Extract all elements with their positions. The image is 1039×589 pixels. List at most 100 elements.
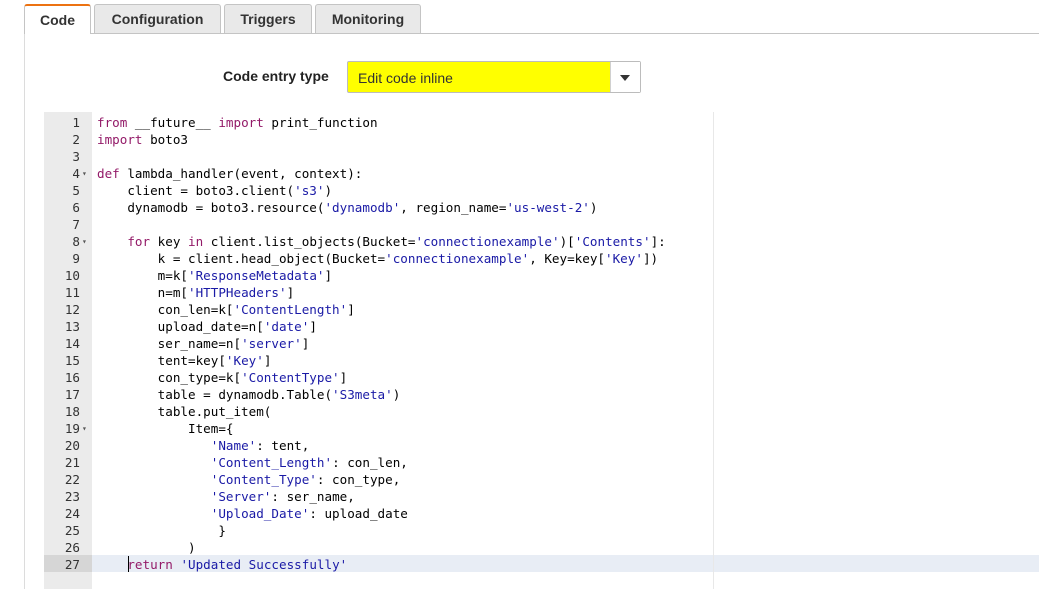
line-number: 26 [64, 540, 80, 555]
line-number: 18 [64, 404, 80, 419]
code-line[interactable]: 12 con_len=k['ContentLength'] [44, 301, 1039, 318]
line-number: 11 [64, 285, 80, 300]
select-arrow-button[interactable] [610, 62, 640, 92]
code-entry-type-label: Code entry type [223, 68, 329, 84]
line-number: 13 [64, 319, 80, 334]
code-line[interactable]: 11 n=m['HTTPHeaders'] [44, 284, 1039, 301]
tab-triggers-label: Triggers [240, 11, 296, 27]
code-line[interactable]: 5 client = boto3.client('s3') [44, 182, 1039, 199]
code-text: 'Server': ser_name, [210, 489, 355, 504]
tab-bar-divider [24, 33, 1039, 34]
code-entry-type-select[interactable]: Edit code inline [347, 61, 641, 93]
tab-code-label: Code [40, 12, 75, 28]
fold-arrow-icon[interactable]: ▾ [82, 233, 87, 250]
text-cursor [128, 556, 129, 572]
panel-border [24, 34, 25, 589]
code-line[interactable]: 6 dynamodb = boto3.resource('dynamodb', … [44, 199, 1039, 216]
code-text: k = client.head_object(Bucket='connectio… [97, 251, 659, 266]
line-number: 6 [72, 200, 80, 215]
code-line[interactable]: 20 'Name': tent, [44, 437, 1039, 454]
line-number: 5 [72, 183, 80, 198]
code-text: 'Content_Type': con_type, [210, 472, 401, 487]
line-number: 12 [64, 302, 80, 317]
code-text: table = dynamodb.Table('S3meta') [97, 387, 401, 402]
tab-configuration-label: Configuration [111, 11, 204, 27]
code-line[interactable]: 25 } [44, 522, 1039, 539]
line-number: 3 [72, 149, 80, 164]
code-text: m=k['ResponseMetadata'] [97, 268, 333, 283]
code-text: n=m['HTTPHeaders'] [97, 285, 295, 300]
code-text: 'Upload_Date': upload_date [210, 506, 408, 521]
code-line[interactable]: 14 ser_name=n['server'] [44, 335, 1039, 352]
line-number: 17 [64, 387, 80, 402]
line-number: 15 [64, 353, 80, 368]
line-number: 20 [64, 438, 80, 453]
code-line[interactable]: 27 return 'Updated Successfully' [44, 556, 1039, 573]
line-number: 22 [64, 472, 80, 487]
code-line[interactable]: 18 table.put_item( [44, 403, 1039, 420]
code-line[interactable]: 17 table = dynamodb.Table('S3meta') [44, 386, 1039, 403]
code-text: Item={ [97, 421, 234, 436]
code-line[interactable]: 21 'Content_Length': con_len, [44, 454, 1039, 471]
code-line[interactable]: 3 [44, 148, 1039, 165]
code-text: upload_date=n['date'] [97, 319, 317, 334]
code-line[interactable]: 13 upload_date=n['date'] [44, 318, 1039, 335]
line-number: 23 [64, 489, 80, 504]
line-number: 1 [72, 115, 80, 130]
line-number: 27 [64, 557, 80, 572]
line-number: 7 [72, 217, 80, 232]
code-line[interactable]: 10 m=k['ResponseMetadata'] [44, 267, 1039, 284]
line-number: 8 [72, 234, 80, 249]
code-line[interactable]: 24 'Upload_Date': upload_date [44, 505, 1039, 522]
code-line[interactable]: 2 import boto3 [44, 131, 1039, 148]
code-text: from __future__ import print_function [97, 115, 378, 130]
tab-monitoring[interactable]: Monitoring [315, 4, 421, 33]
code-line[interactable]: 9 k = client.head_object(Bucket='connect… [44, 250, 1039, 267]
code-text: 'Name': tent, [210, 438, 310, 453]
code-line[interactable]: 23 'Server': ser_name, [44, 488, 1039, 505]
code-text: con_type=k['ContentType'] [97, 370, 348, 385]
tab-bar: Code Configuration Triggers Monitoring [0, 0, 1039, 34]
line-number: 10 [64, 268, 80, 283]
code-text: import boto3 [97, 132, 188, 147]
code-line[interactable]: 4 ▾ def lambda_handler(event, context): [44, 165, 1039, 182]
code-line[interactable]: 19 ▾ Item={ [44, 420, 1039, 437]
code-text: con_len=k['ContentLength'] [97, 302, 355, 317]
code-text: ) [97, 540, 196, 555]
tab-configuration[interactable]: Configuration [94, 4, 221, 33]
chevron-down-icon [620, 75, 630, 81]
line-number: 14 [64, 336, 80, 351]
code-line[interactable]: 15 tent=key['Key'] [44, 352, 1039, 369]
code-text: } [97, 523, 226, 538]
tab-triggers[interactable]: Triggers [224, 4, 312, 33]
code-line[interactable]: 22 'Content_Type': con_type, [44, 471, 1039, 488]
line-number: 19 [64, 421, 80, 436]
tab-code[interactable]: Code [24, 4, 91, 34]
line-number: 4 [72, 166, 80, 181]
tab-monitoring-label: Monitoring [331, 11, 405, 27]
code-text: tent=key['Key'] [97, 353, 272, 368]
fold-arrow-icon[interactable]: ▾ [82, 420, 87, 437]
code-line[interactable]: 8 ▾ for key in client.list_objects(Bucket… [44, 233, 1039, 250]
code-text: dynamodb = boto3.resource('dynamodb', re… [97, 200, 598, 215]
line-number: 24 [64, 506, 80, 521]
line-number: 9 [72, 251, 80, 266]
code-text: ser_name=n['server'] [97, 336, 310, 351]
code-text: def lambda_handler(event, context): [97, 166, 363, 181]
code-text: 'Content_Length': con_len, [210, 455, 408, 470]
code-text: for key in client.list_objects(Bucket='c… [127, 234, 666, 249]
code-line[interactable]: 7 [44, 216, 1039, 233]
code-text: return 'Updated Successfully' [127, 557, 348, 572]
code-text: client = boto3.client('s3') [97, 183, 333, 198]
code-line[interactable]: 26 ) [44, 539, 1039, 556]
line-number: 25 [64, 523, 80, 538]
code-entry-type-value: Edit code inline [358, 70, 453, 86]
line-number: 21 [64, 455, 80, 470]
fold-arrow-icon[interactable]: ▾ [82, 165, 87, 182]
line-number: 2 [72, 132, 80, 147]
code-text: table.put_item( [97, 404, 272, 419]
code-line[interactable]: 1 from __future__ import print_function [44, 114, 1039, 131]
code-line[interactable]: 16 con_type=k['ContentType'] [44, 369, 1039, 386]
code-editor[interactable]: 1 from __future__ import print_function 2 i… [44, 112, 1039, 589]
line-number: 16 [64, 370, 80, 385]
